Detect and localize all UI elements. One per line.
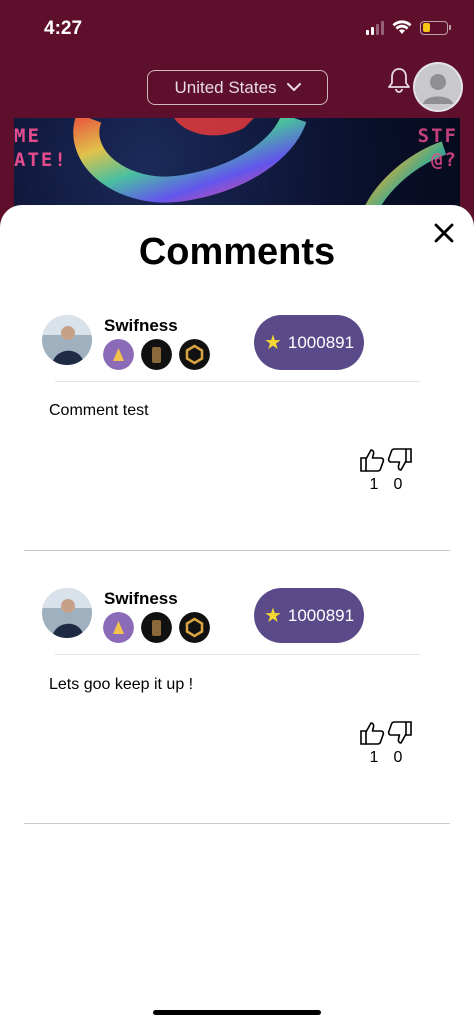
badge-icon [103, 612, 134, 643]
comment-text: Lets goo keep it up ! [49, 676, 194, 693]
avatar-image [42, 315, 92, 365]
badge-icon [179, 339, 210, 370]
dislike-count: 0 [393, 476, 403, 493]
points-value: 1000891 [287, 605, 355, 625]
points-pill: ★ 1000891 [254, 315, 364, 370]
home-indicator[interactable] [153, 1010, 321, 1015]
profile-avatar[interactable] [413, 62, 463, 112]
badge-icon [141, 612, 172, 643]
points-pill: ★ 1000891 [254, 588, 364, 643]
points-value: 1000891 [287, 332, 355, 352]
user-badges [103, 612, 210, 643]
user-avatar[interactable] [42, 315, 92, 365]
avatar-image [42, 588, 92, 638]
divider [55, 654, 420, 655]
comment-username[interactable]: Swifness [104, 589, 178, 609]
badge-icon [141, 339, 172, 370]
country-select[interactable]: United States [147, 70, 328, 105]
dislike-count: 0 [393, 749, 403, 766]
status-icons [366, 20, 451, 35]
bell-icon[interactable] [386, 66, 412, 94]
battery-icon [420, 20, 451, 35]
top-nav: United States [0, 60, 474, 118]
person-icon [423, 74, 453, 104]
user-badges [103, 339, 210, 370]
vote-controls: 1 0 [358, 719, 414, 767]
like-count: 1 [369, 749, 379, 766]
comment-divider [24, 550, 450, 551]
star-icon: ★ [263, 605, 282, 627]
comments-sheet: Comments Swifness ★ 1000891 Comment test… [0, 205, 474, 1025]
status-bar: 4:27 [0, 0, 474, 60]
chevron-down-icon [286, 83, 301, 91]
badge-icon [103, 339, 134, 370]
vote-controls: 1 0 [358, 446, 414, 494]
banner-text-left: ME ATE! [14, 125, 68, 171]
badge-icon [179, 612, 210, 643]
thumbs-down-icon[interactable] [386, 446, 414, 474]
comment-username[interactable]: Swifness [104, 316, 178, 336]
signal-icon [366, 20, 384, 35]
comment-text: Comment test [49, 402, 149, 419]
like-count: 1 [369, 476, 379, 493]
thumbs-down-icon[interactable] [386, 719, 414, 747]
thumbs-up-icon[interactable] [358, 446, 386, 474]
thumbs-up-icon[interactable] [358, 719, 386, 747]
divider [55, 381, 420, 382]
status-time: 4:27 [44, 18, 83, 39]
banner-text-right: STF @? [417, 125, 458, 171]
comment-divider [24, 823, 450, 824]
country-label: United States [174, 77, 277, 97]
user-avatar[interactable] [42, 588, 92, 638]
sheet-title: Comments [138, 231, 336, 273]
wifi-icon [392, 20, 412, 34]
star-icon: ★ [263, 332, 282, 354]
